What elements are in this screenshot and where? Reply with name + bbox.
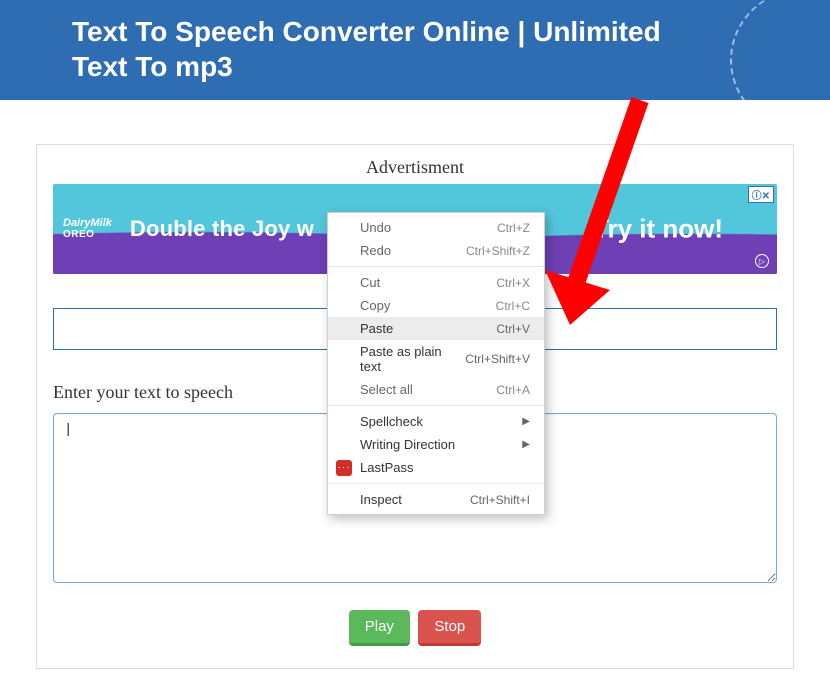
ad-slogan-left: Double the Joy w (130, 216, 314, 242)
context-menu-item-label: Inspect (360, 492, 402, 507)
context-menu-item-redo: Redo Ctrl+Shift+Z (328, 239, 544, 262)
ad-brand-line2: OREO (63, 229, 112, 241)
context-menu-item-label: Cut (360, 275, 380, 290)
stop-button[interactable]: Stop (418, 610, 481, 646)
context-menu-item-label: Writing Direction (360, 437, 455, 452)
submenu-arrow-icon: ▶ (522, 439, 530, 450)
context-menu-item-label: Paste as plain text (360, 344, 465, 374)
ad-brand-badge: DairyMilk OREO (63, 217, 112, 241)
context-menu-shortcut: Ctrl+A (496, 383, 530, 397)
context-menu-item-lastpass[interactable]: ··· LastPass (328, 456, 544, 479)
context-menu-item-label: Undo (360, 220, 391, 235)
context-menu-item-paste-as-plain-text[interactable]: Paste as plain textCtrl+Shift+V (328, 340, 544, 378)
ad-choices-icon[interactable]: ▷ (755, 254, 769, 268)
context-menu-item-label: Spellcheck (360, 414, 423, 429)
context-menu-item-copy: Copy Ctrl+C (328, 294, 544, 317)
context-menu: UndoCtrl+ZRedoCtrl+Shift+ZCutCtrl+XCopyC… (327, 212, 545, 515)
context-menu-item-label: Redo (360, 243, 391, 258)
ad-label: Advertisment (53, 157, 777, 178)
context-menu-item-cut: Cut Ctrl+X (328, 271, 544, 294)
ad-slogan-right: Try it now! (593, 214, 723, 245)
context-menu-shortcut: Ctrl+V (496, 322, 530, 336)
ad-close-button[interactable]: ⓘ✕ (748, 186, 774, 203)
context-menu-item-inspect[interactable]: Inspect Ctrl+Shift+I (328, 488, 544, 511)
context-menu-item-paste[interactable]: Paste Ctrl+V (328, 317, 544, 340)
context-menu-item-spellcheck[interactable]: Spellcheck ▶ (328, 410, 544, 433)
ad-brand-line1: DairyMilk (63, 217, 112, 229)
context-menu-item-label: Select all (360, 382, 413, 397)
context-menu-shortcut: Ctrl+Shift+V (465, 352, 530, 366)
context-menu-separator (328, 266, 544, 267)
context-menu-shortcut: Ctrl+Z (497, 221, 530, 235)
context-menu-item-label: Paste (360, 321, 393, 336)
context-menu-shortcut: Ctrl+X (496, 276, 530, 290)
context-menu-shortcut: Ctrl+C (496, 299, 530, 313)
page-title: Text To Speech Converter Online | Unlimi… (72, 14, 722, 84)
context-menu-separator (328, 405, 544, 406)
context-menu-shortcut: Ctrl+Shift+I (470, 493, 530, 507)
context-menu-item-writing-direction[interactable]: Writing Direction ▶ (328, 433, 544, 456)
button-row: Play Stop (53, 610, 777, 646)
header-bar: Text To Speech Converter Online | Unlimi… (0, 0, 830, 100)
context-menu-item-select-all: Select all Ctrl+A (328, 378, 544, 401)
context-menu-item-label: Copy (360, 298, 390, 313)
context-menu-separator (328, 483, 544, 484)
submenu-arrow-icon: ▶ (522, 416, 530, 427)
context-menu-item-undo: Undo Ctrl+Z (328, 216, 544, 239)
context-menu-shortcut: Ctrl+Shift+Z (466, 244, 530, 258)
play-button[interactable]: Play (349, 610, 410, 646)
context-menu-item-label: LastPass (360, 460, 413, 475)
lastpass-icon: ··· (336, 460, 352, 476)
